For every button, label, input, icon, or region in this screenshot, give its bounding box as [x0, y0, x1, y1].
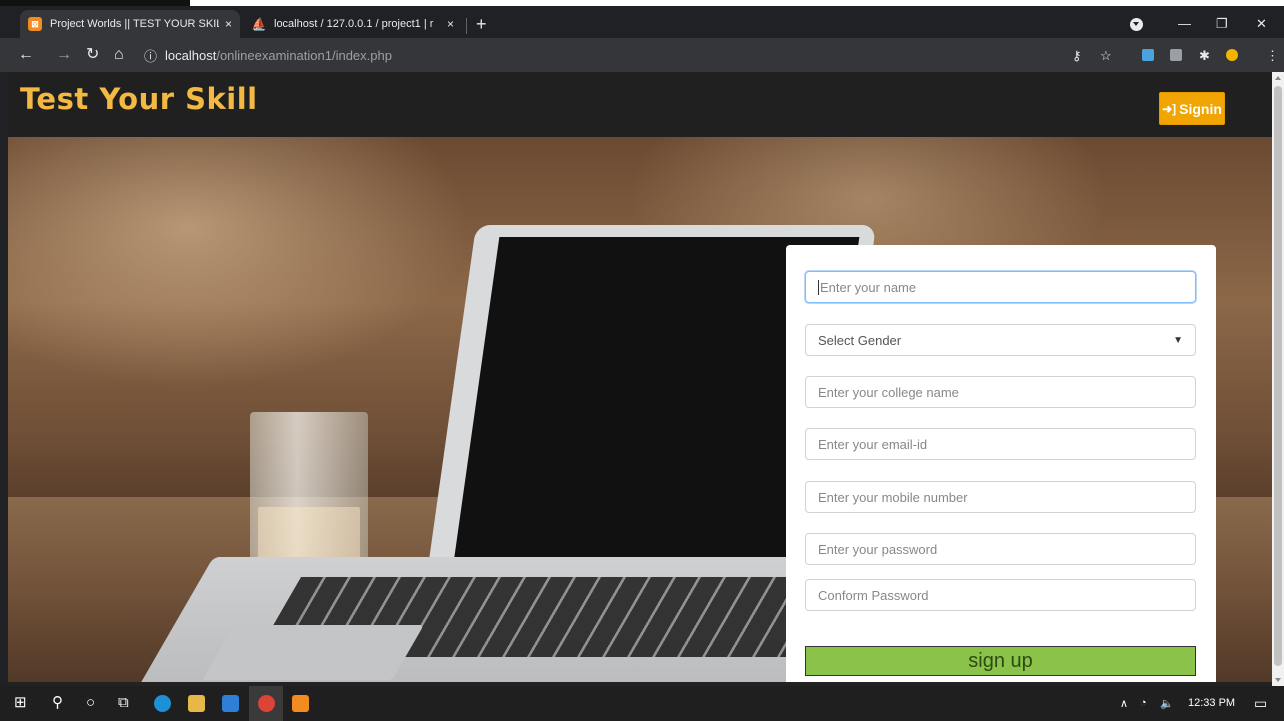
college-input[interactable]: Enter your college name — [805, 376, 1196, 408]
back-icon[interactable]: ← — [18, 45, 34, 65]
signin-button[interactable]: ➜] Signin — [1159, 92, 1225, 125]
email-placeholder: Enter your email-id — [818, 436, 928, 452]
taskbar-clock[interactable]: 12:33 PM — [1188, 697, 1235, 709]
laptop-trackpad-image — [202, 625, 424, 680]
edge-icon[interactable] — [154, 695, 171, 712]
site-logo: Test Your Skill — [20, 82, 258, 116]
name-input[interactable]: Enter your name — [805, 271, 1196, 303]
hero-background: Enter your name Select Gender ▼ Enter yo… — [8, 137, 1272, 686]
phpmyadmin-favicon-icon: ⛵ — [251, 17, 267, 31]
forward-icon[interactable]: → — [56, 45, 72, 65]
close-tab-icon[interactable]: × — [225, 17, 232, 31]
signup-form-card: Enter your name Select Gender ▼ Enter yo… — [786, 245, 1216, 686]
key-icon[interactable]: ⚷ — [1072, 48, 1082, 64]
windows-start-icon[interactable]: ⊞ — [14, 695, 27, 711]
tab-title: localhost / 127.0.0.1 / project1 | r — [274, 18, 434, 30]
tab-phpmyadmin[interactable]: ⛵ localhost / 127.0.0.1 / project1 | r × — [244, 10, 462, 38]
scroll-down-icon[interactable] — [1275, 678, 1281, 682]
confirm-password-input[interactable]: Conform Password — [805, 579, 1196, 611]
page-scrollbar[interactable] — [1272, 72, 1284, 686]
mobile-input[interactable]: Enter your mobile number — [805, 481, 1196, 513]
password-input[interactable]: Enter your password — [805, 533, 1196, 565]
url-path: /onlineexamination1/index.php — [216, 47, 392, 63]
minimize-icon[interactable]: — — [1178, 16, 1191, 31]
text-caret — [818, 279, 819, 295]
windows-taskbar: ⊞ ⚲ ○ ⧉ ∧ ◔ 🔈 12:33 PM ▭ — [0, 686, 1284, 721]
desktop-app-icon[interactable] — [222, 695, 239, 712]
scrollbar-thumb[interactable] — [1274, 86, 1282, 666]
signin-label: Signin — [1179, 100, 1222, 117]
tab-project-worlds[interactable]: ⊠ Project Worlds || TEST YOUR SKIL × — [20, 10, 240, 38]
site-header: Test Your Skill ➜] Signin — [8, 72, 1272, 137]
close-window-icon[interactable]: ✕ — [1256, 16, 1267, 32]
reload-icon[interactable]: ↻ — [86, 45, 99, 65]
chevron-down-icon: ▼ — [1173, 334, 1183, 346]
task-view-icon[interactable]: ⧉ — [118, 695, 129, 711]
gender-selected-value: Select Gender — [818, 332, 902, 348]
page-viewport: Test Your Skill ➜] Signin Enter your nam… — [8, 72, 1272, 686]
profile-dropdown-icon[interactable] — [1130, 18, 1143, 31]
tab-bar: ⊠ Project Worlds || TEST YOUR SKIL × ⛵ l… — [0, 6, 1284, 38]
mobile-placeholder: Enter your mobile number — [818, 489, 968, 505]
tray-chevron-up-icon[interactable]: ∧ — [1120, 697, 1128, 710]
tab-divider — [466, 18, 467, 34]
new-tab-button[interactable]: + — [476, 14, 487, 34]
search-icon[interactable]: ⚲ — [52, 695, 63, 711]
signup-button[interactable]: sign up — [805, 646, 1196, 676]
info-icon[interactable]: ⓘ — [144, 46, 157, 65]
extension-1-icon[interactable] — [1142, 49, 1154, 61]
browser-toolbar: ← → ↻ ⌂ ⓘ localhost /onlineexamination1/… — [0, 38, 1284, 72]
volume-icon[interactable]: 🔈 — [1160, 697, 1174, 710]
tab-title: Project Worlds || TEST YOUR SKIL — [50, 18, 219, 30]
notification-icon[interactable]: ▭ — [1254, 695, 1267, 712]
signin-icon: ➜] — [1162, 101, 1177, 116]
file-explorer-icon[interactable] — [188, 695, 205, 712]
address-bar[interactable]: ⓘ localhost /onlineexamination1/index.ph… — [140, 43, 1100, 67]
project-worlds-app-icon[interactable] — [292, 695, 309, 712]
cortana-icon[interactable]: ○ — [86, 695, 95, 711]
wifi-icon[interactable]: ◔ — [1140, 697, 1147, 709]
name-placeholder: Enter your name — [820, 279, 917, 295]
url-host: localhost — [165, 47, 217, 63]
menu-icon[interactable]: ⋮ — [1266, 48, 1279, 64]
project-worlds-favicon-icon: ⊠ — [28, 17, 42, 31]
email-input[interactable]: Enter your email-id — [805, 428, 1196, 460]
home-icon[interactable]: ⌂ — [114, 45, 124, 65]
gender-select[interactable]: Select Gender ▼ — [805, 324, 1196, 356]
chrome-icon[interactable] — [258, 695, 275, 712]
screen: ⊠ Project Worlds || TEST YOUR SKIL × ⛵ l… — [0, 0, 1284, 721]
college-placeholder: Enter your college name — [818, 384, 959, 400]
confirm-password-placeholder: Conform Password — [818, 587, 929, 603]
profile-avatar-icon[interactable] — [1226, 49, 1238, 61]
password-placeholder: Enter your password — [818, 541, 938, 557]
extensions-icon[interactable]: ✱ — [1199, 48, 1210, 64]
close-tab-icon[interactable]: × — [447, 17, 454, 31]
restore-icon[interactable]: ❐ — [1216, 16, 1228, 32]
star-icon[interactable]: ☆ — [1100, 48, 1112, 64]
extension-2-icon[interactable] — [1170, 49, 1182, 61]
scroll-up-icon[interactable] — [1275, 76, 1281, 80]
